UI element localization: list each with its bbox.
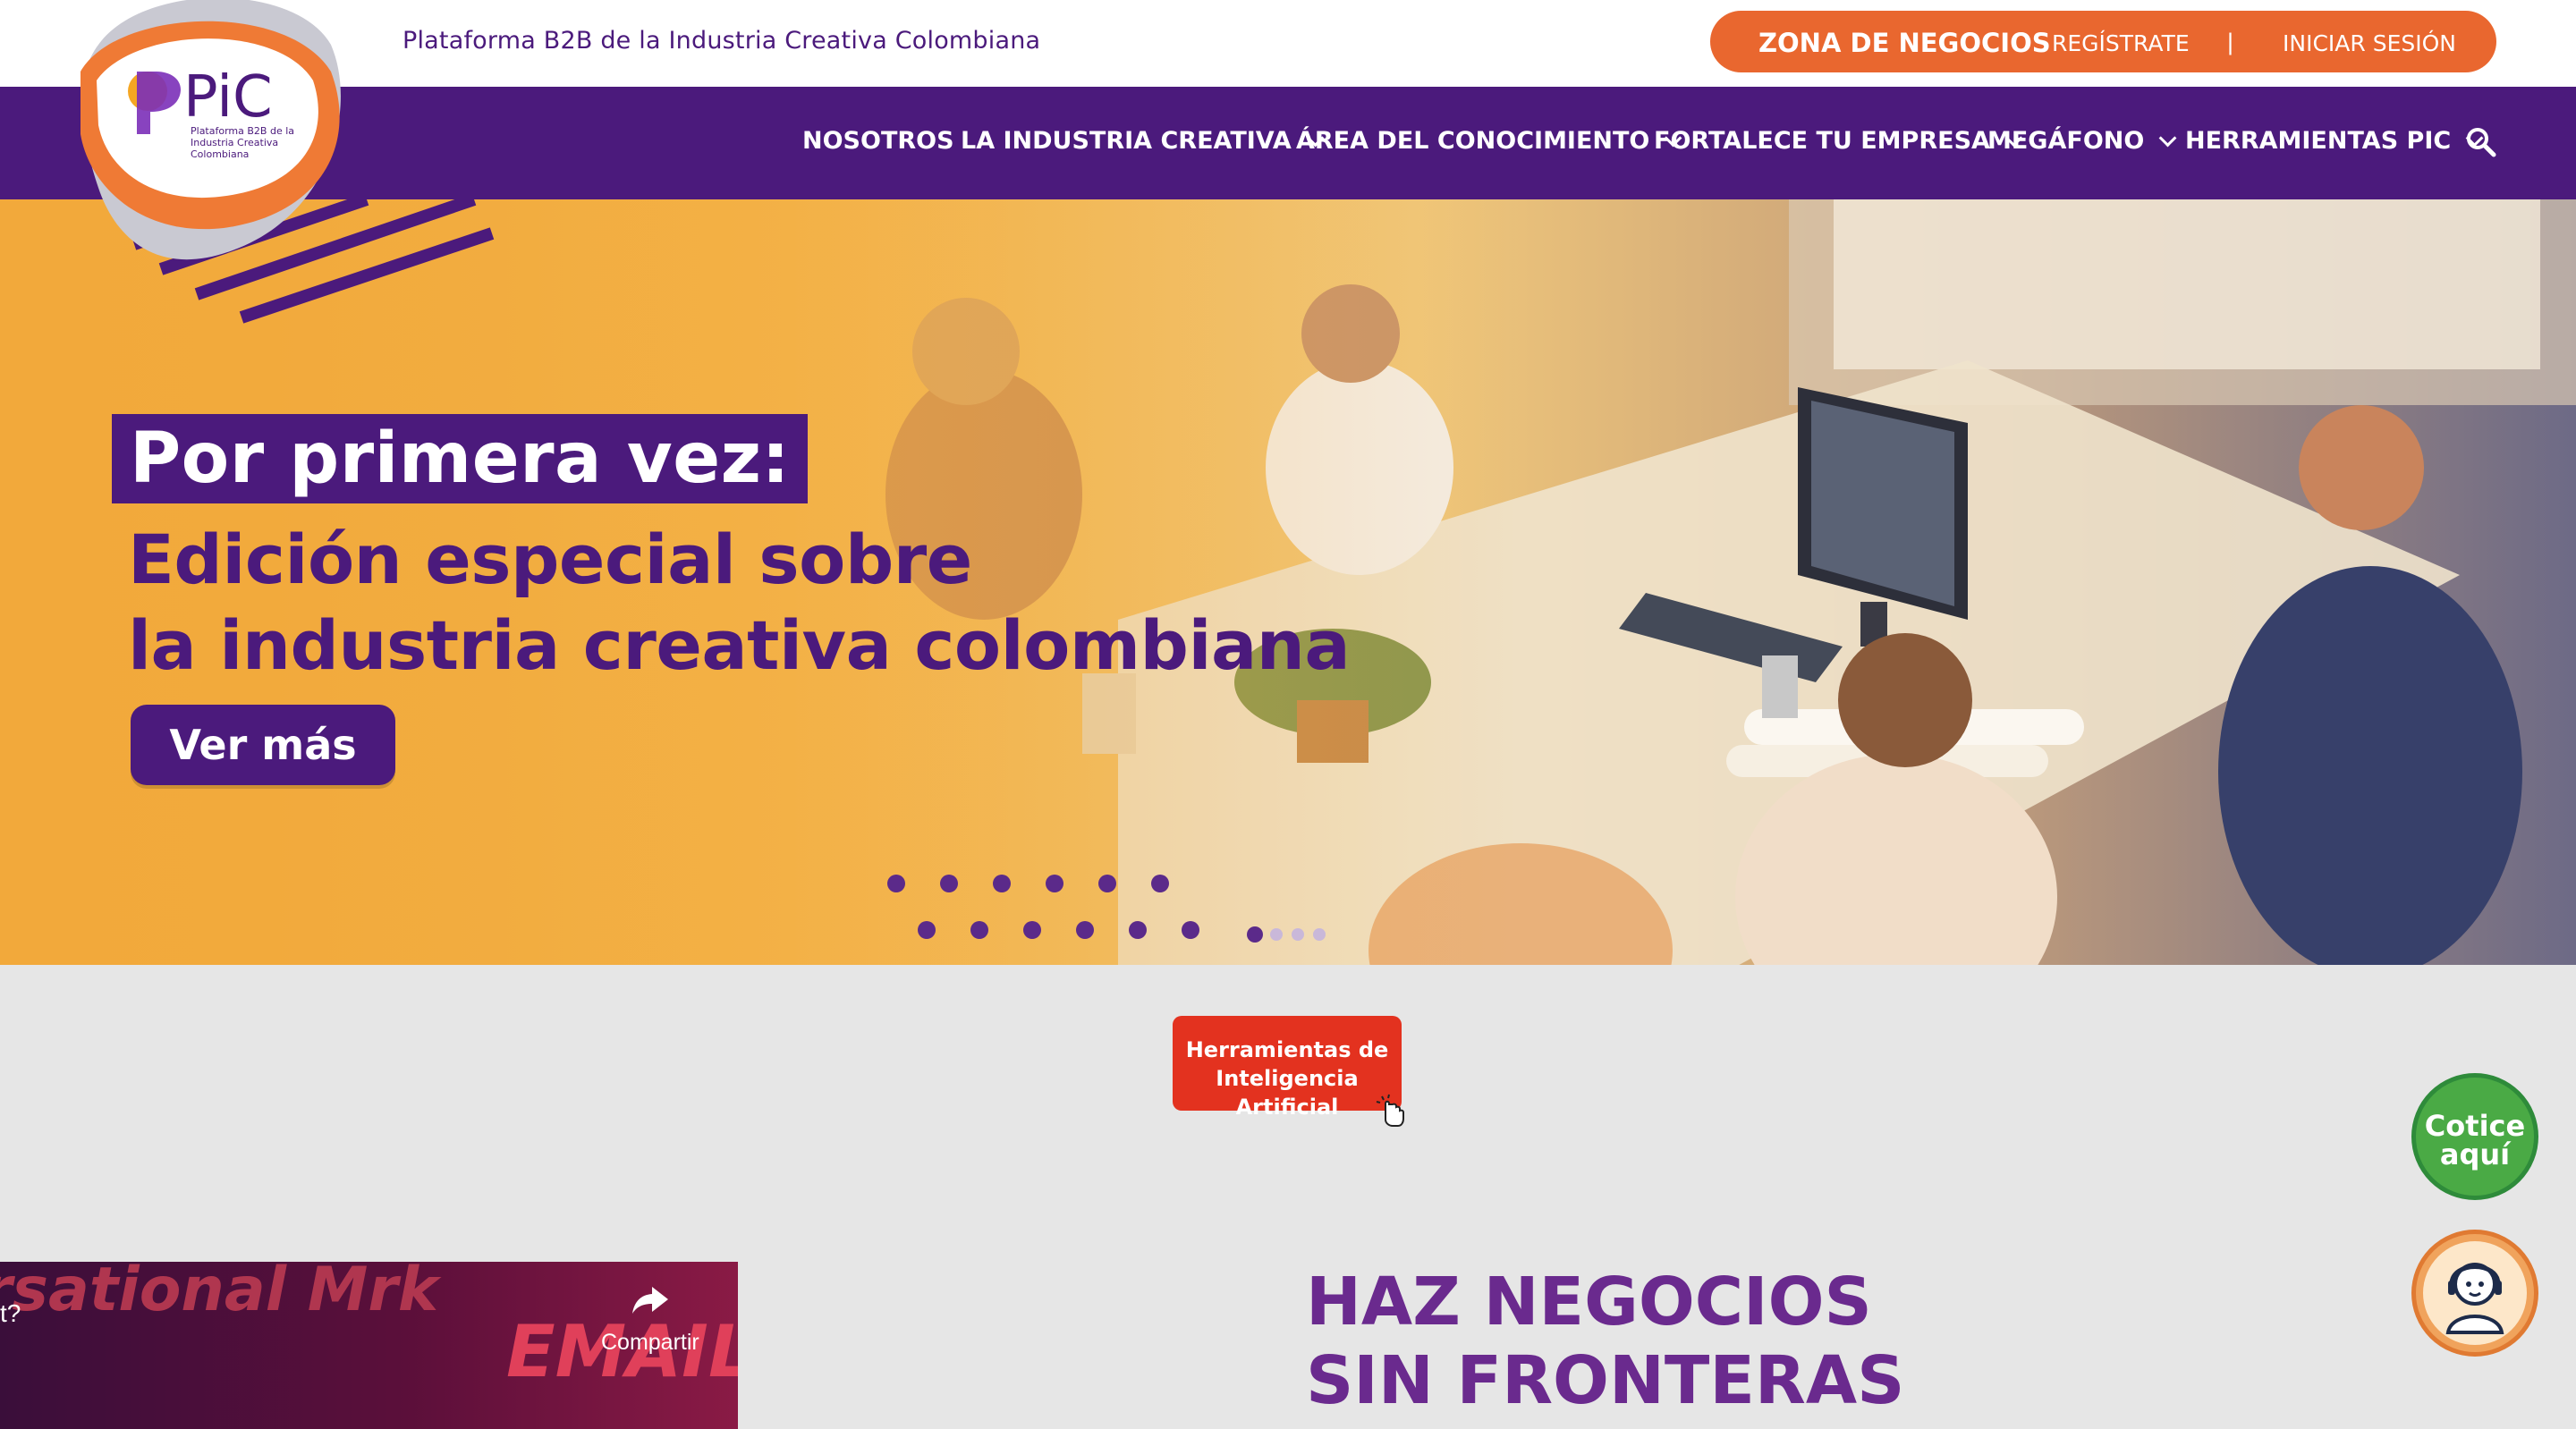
nav-item-fortalece-empresa[interactable]: FORTALECE TU EMPRESA bbox=[1654, 127, 2023, 155]
pic-logo[interactable]: PiC Plataforma B2B de la Industria Creat… bbox=[63, 0, 358, 322]
nav-item-label: ÁREA DEL CONOCIMIENTO bbox=[1296, 127, 1650, 155]
nav-item-label: LA INDUSTRIA CREATIVA bbox=[961, 127, 1292, 155]
svg-text:Industria Creativa: Industria Creativa bbox=[191, 137, 278, 148]
svg-text:Colombiana: Colombiana bbox=[191, 148, 249, 160]
svg-text:Plataforma B2B de la: Plataforma B2B de la bbox=[191, 125, 294, 137]
site-tagline: Plataforma B2B de la Industria Creativa … bbox=[402, 27, 1041, 55]
section-heading-line: SIN FRONTERAS bbox=[1306, 1342, 1905, 1419]
support-chat-button[interactable] bbox=[2411, 1230, 2538, 1357]
dot-decoration bbox=[918, 921, 936, 939]
nav-item-megafono[interactable]: MEGÁFONO bbox=[1987, 127, 2177, 155]
video-title-fragment: rsational Mrk bbox=[0, 1262, 439, 1325]
account-pill: ZONA DE NEGOCIOS REGÍSTRATE | INICIAR SE… bbox=[1710, 11, 2496, 72]
nav-item-label: FORTALECE TU EMPRESA bbox=[1654, 127, 1990, 155]
hero-subtitle-line: la industria creativa colombiana bbox=[128, 605, 1351, 685]
nav-item-label: MEGÁFONO bbox=[1987, 127, 2145, 155]
nav-item-industria-creativa[interactable]: LA INDUSTRIA CREATIVA bbox=[961, 127, 1325, 155]
section-heading-line: HAZ NEGOCIOS bbox=[1306, 1264, 1872, 1340]
video-question-fragment: t? bbox=[0, 1299, 21, 1327]
dot-decoration bbox=[1182, 921, 1199, 939]
chevron-down-icon bbox=[2158, 129, 2177, 147]
slider-dot-active[interactable] bbox=[1247, 926, 1263, 943]
dot-decoration bbox=[1129, 921, 1147, 939]
support-agent-icon bbox=[2423, 1241, 2527, 1345]
main-nav: NOSOTROS LA INDUSTRIA CREATIVA ÁREA DEL … bbox=[0, 87, 2576, 199]
hero-banner: Por primera vez: Edición especial sobre … bbox=[0, 199, 2576, 965]
section-heading: HAZ NEGOCIOS SIN FRONTERAS bbox=[1306, 1263, 1904, 1420]
cotice-aqui-button[interactable]: Cotice aquí bbox=[2411, 1073, 2538, 1200]
ai-tools-line: Herramientas de bbox=[1185, 1037, 1389, 1062]
ai-tools-button[interactable]: Herramientas de Inteligencia Artificial bbox=[1173, 1016, 1402, 1120]
hero-title: Por primera vez: bbox=[112, 414, 809, 503]
video-thumbnail[interactable]: rsational Mrk t? EMAIL Compartir bbox=[0, 1262, 738, 1429]
dot-decoration bbox=[970, 921, 988, 939]
dot-decoration bbox=[1151, 875, 1169, 892]
dot-decoration bbox=[1023, 921, 1041, 939]
page: Plataforma B2B de la Industria Creativa … bbox=[0, 0, 2576, 1429]
top-bar: Plataforma B2B de la Industria Creativa … bbox=[0, 0, 2576, 87]
dot-decoration bbox=[993, 875, 1011, 892]
pill-separator: | bbox=[2227, 29, 2234, 55]
logo-wordmark: PiC bbox=[183, 64, 273, 131]
nav-item-nosotros[interactable]: NOSOTROS bbox=[802, 127, 954, 155]
slider-dot[interactable] bbox=[1292, 928, 1304, 941]
ai-tools-line: Inteligencia Artificial bbox=[1216, 1066, 1359, 1120]
ver-mas-button[interactable]: Ver más bbox=[131, 705, 395, 785]
hero-subtitle: Edición especial sobre la industria crea… bbox=[128, 517, 1351, 689]
zona-de-negocios-link[interactable]: ZONA DE NEGOCIOS bbox=[1758, 28, 2051, 58]
share-label[interactable]: Compartir bbox=[601, 1330, 699, 1356]
search-icon[interactable] bbox=[2466, 127, 2496, 157]
register-link[interactable]: REGÍSTRATE bbox=[2052, 30, 2190, 56]
dot-decoration bbox=[887, 875, 905, 892]
cotice-line: Cotice bbox=[2424, 1109, 2526, 1143]
pointer-hand-icon bbox=[1376, 1094, 1404, 1127]
login-link[interactable]: INICIAR SESIÓN bbox=[2283, 30, 2456, 56]
cotice-line: aquí bbox=[2439, 1137, 2511, 1171]
nav-item-label: NOSOTROS bbox=[802, 127, 954, 155]
hero-subtitle-line: Edición especial sobre bbox=[128, 520, 972, 599]
dot-decoration bbox=[940, 875, 958, 892]
dot-decoration bbox=[1046, 875, 1063, 892]
nav-item-herramientas-pic[interactable]: HERRAMIENTAS PIC bbox=[2185, 127, 2484, 155]
slider-dot[interactable] bbox=[1270, 928, 1283, 941]
slider-dot[interactable] bbox=[1313, 928, 1326, 941]
dot-decoration bbox=[1076, 921, 1094, 939]
dot-decoration bbox=[1098, 875, 1116, 892]
share-icon[interactable] bbox=[631, 1283, 670, 1317]
nav-item-area-conocimiento[interactable]: ÁREA DEL CONOCIMIENTO bbox=[1296, 127, 1682, 155]
nav-item-label: HERRAMIENTAS PIC bbox=[2185, 127, 2452, 155]
